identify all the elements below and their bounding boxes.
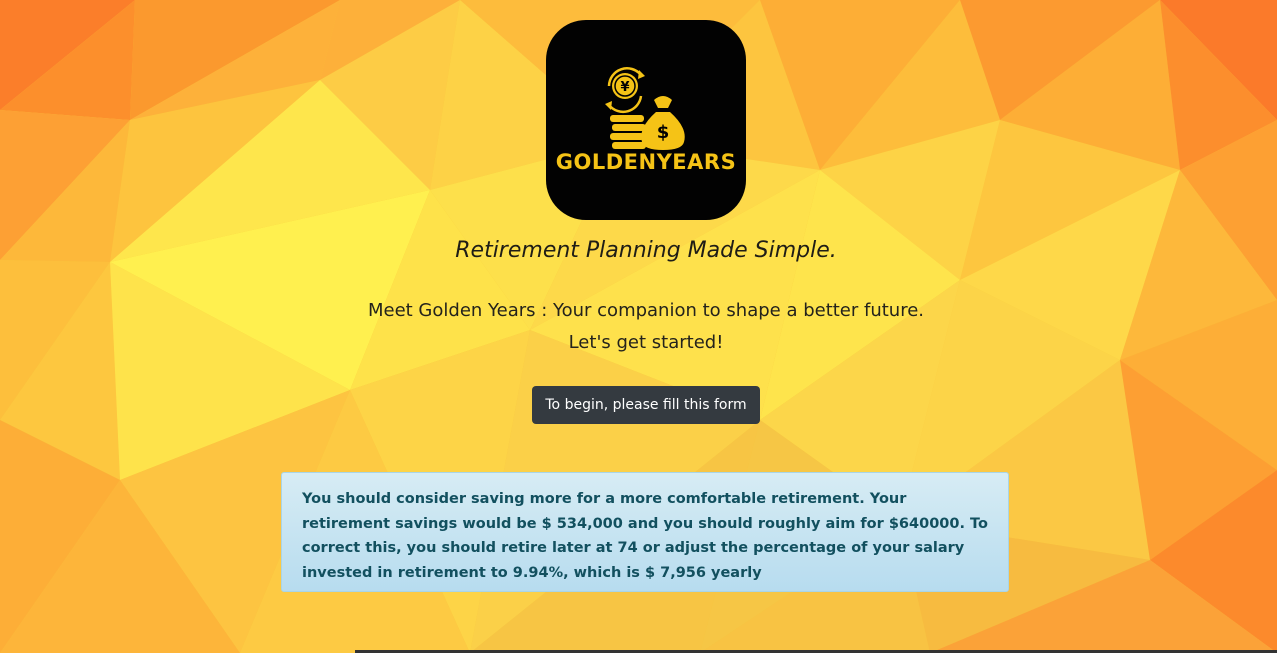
- golden-years-logo: ¥ $ GOLDENYEARS: [546, 20, 746, 220]
- tagline: Retirement Planning Made Simple.: [455, 238, 837, 263]
- money-bag-coins-icon: ¥ $: [605, 67, 685, 150]
- logo-wordmark: GOLDENYEARS: [555, 150, 737, 174]
- intro-text: Meet Golden Years : Your companion to sh…: [367, 300, 925, 321]
- main-content: ¥ $ GOLDENYEARS Retirement Planning Made…: [0, 0, 1277, 653]
- alert-message: You should consider saving more for a mo…: [302, 491, 988, 581]
- retirement-advice-alert: You should consider saving more for a mo…: [281, 472, 1009, 592]
- svg-text:$: $: [657, 122, 670, 143]
- page: ¥ $ GOLDENYEARS Retirement Planning Made…: [0, 0, 1277, 653]
- fill-form-button[interactable]: To begin, please fill this form: [532, 386, 760, 424]
- svg-text:¥: ¥: [620, 80, 629, 95]
- get-started-text: Let's get started!: [568, 332, 724, 353]
